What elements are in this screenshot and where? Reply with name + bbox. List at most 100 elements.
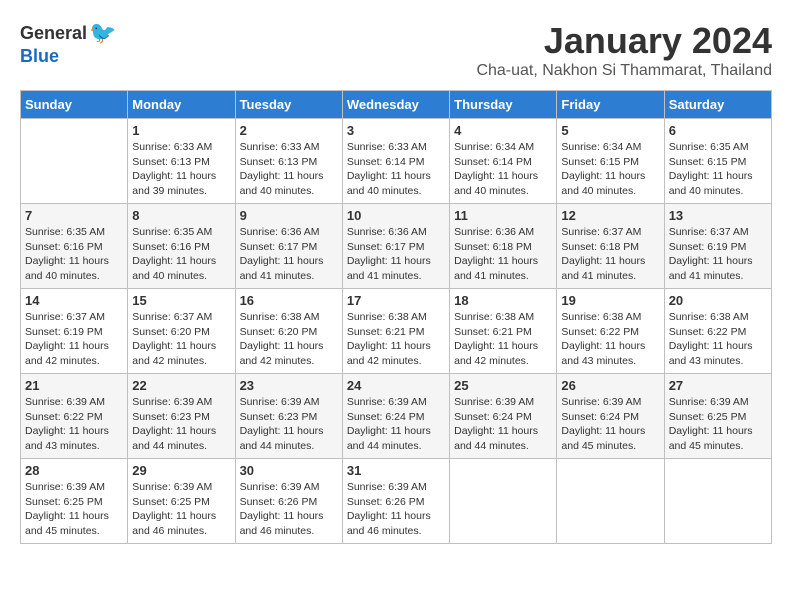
day-cell: 17 Sunrise: 6:38 AMSunset: 6:21 PMDayligh… [342, 289, 449, 374]
title-block: January 2024 Cha-uat, Nakhon Si Thammara… [476, 20, 772, 80]
day-cell: 21 Sunrise: 6:39 AMSunset: 6:22 PMDayligh… [21, 374, 128, 459]
week-row-5: 28 Sunrise: 6:39 AMSunset: 6:25 PMDayligh… [21, 459, 772, 544]
day-info: Sunrise: 6:39 AMSunset: 6:23 PMDaylight:… [132, 395, 230, 454]
day-info: Sunrise: 6:39 AMSunset: 6:26 PMDaylight:… [347, 480, 445, 539]
week-row-2: 7 Sunrise: 6:35 AMSunset: 6:16 PMDaylight… [21, 204, 772, 289]
day-info: Sunrise: 6:33 AMSunset: 6:13 PMDaylight:… [132, 140, 230, 199]
calendar-header: SundayMondayTuesdayWednesdayThursdayFrid… [21, 91, 772, 119]
day-number: 15 [132, 293, 230, 308]
column-header-monday: Monday [128, 91, 235, 119]
day-number: 7 [25, 208, 123, 223]
logo-blue-text: Blue [20, 46, 59, 67]
day-number: 4 [454, 123, 552, 138]
day-cell [664, 459, 771, 544]
day-info: Sunrise: 6:37 AMSunset: 6:19 PMDaylight:… [25, 310, 123, 369]
day-cell: 20Sunrise: 6:38 AMSunset: 6:22 PMDayligh… [664, 289, 771, 374]
day-number: 28 [25, 463, 123, 478]
day-info: Sunrise: 6:35 AMSunset: 6:16 PMDaylight:… [132, 225, 230, 284]
header-row: SundayMondayTuesdayWednesdayThursdayFrid… [21, 91, 772, 119]
day-info: Sunrise: 6:34 AMSunset: 6:15 PMDaylight:… [561, 140, 659, 199]
day-number: 30 [240, 463, 338, 478]
day-number: 9 [240, 208, 338, 223]
day-number: 24 [347, 378, 445, 393]
day-number: 18 [454, 293, 552, 308]
day-cell: 25 Sunrise: 6:39 AMSunset: 6:24 PMDayligh… [450, 374, 557, 459]
day-info: Sunrise: 6:36 AMSunset: 6:18 PMDaylight:… [454, 225, 552, 284]
day-cell: 23 Sunrise: 6:39 AMSunset: 6:23 PMDayligh… [235, 374, 342, 459]
day-info: Sunrise: 6:38 AMSunset: 6:21 PMDaylight:… [454, 310, 552, 369]
logo: General 🐦 Blue [20, 20, 116, 67]
day-cell: 9 Sunrise: 6:36 AMSunset: 6:17 PMDaylight… [235, 204, 342, 289]
day-cell: 6 Sunrise: 6:35 AMSunset: 6:15 PMDaylight… [664, 119, 771, 204]
day-cell: 4Sunrise: 6:34 AMSunset: 6:14 PMDaylight… [450, 119, 557, 204]
day-number: 31 [347, 463, 445, 478]
day-info: Sunrise: 6:39 AMSunset: 6:23 PMDaylight:… [240, 395, 338, 454]
day-cell: 12Sunrise: 6:37 AMSunset: 6:18 PMDayligh… [557, 204, 664, 289]
day-cell: 1 Sunrise: 6:33 AMSunset: 6:13 PMDaylight… [128, 119, 235, 204]
day-info: Sunrise: 6:39 AMSunset: 6:25 PMDaylight:… [25, 480, 123, 539]
day-number: 6 [669, 123, 767, 138]
day-cell: 13Sunrise: 6:37 AMSunset: 6:19 PMDayligh… [664, 204, 771, 289]
day-cell: 30 Sunrise: 6:39 AMSunset: 6:26 PMDayligh… [235, 459, 342, 544]
day-number: 23 [240, 378, 338, 393]
day-info: Sunrise: 6:39 AMSunset: 6:24 PMDaylight:… [454, 395, 552, 454]
day-cell: 15 Sunrise: 6:37 AMSunset: 6:20 PMDayligh… [128, 289, 235, 374]
day-number: 16 [240, 293, 338, 308]
column-header-thursday: Thursday [450, 91, 557, 119]
day-cell: 29Sunrise: 6:39 AMSunset: 6:25 PMDayligh… [128, 459, 235, 544]
day-number: 26 [561, 378, 659, 393]
day-number: 19 [561, 293, 659, 308]
day-number: 22 [132, 378, 230, 393]
week-row-1: 1 Sunrise: 6:33 AMSunset: 6:13 PMDaylight… [21, 119, 772, 204]
day-info: Sunrise: 6:36 AMSunset: 6:17 PMDaylight:… [240, 225, 338, 284]
day-cell: 18 Sunrise: 6:38 AMSunset: 6:21 PMDayligh… [450, 289, 557, 374]
day-info: Sunrise: 6:39 AMSunset: 6:25 PMDaylight:… [132, 480, 230, 539]
column-header-saturday: Saturday [664, 91, 771, 119]
day-info: Sunrise: 6:37 AMSunset: 6:20 PMDaylight:… [132, 310, 230, 369]
day-info: Sunrise: 6:39 AMSunset: 6:24 PMDaylight:… [561, 395, 659, 454]
day-cell: 7Sunrise: 6:35 AMSunset: 6:16 PMDaylight… [21, 204, 128, 289]
day-info: Sunrise: 6:33 AMSunset: 6:13 PMDaylight:… [240, 140, 338, 199]
day-number: 25 [454, 378, 552, 393]
day-cell [450, 459, 557, 544]
day-info: Sunrise: 6:36 AMSunset: 6:17 PMDaylight:… [347, 225, 445, 284]
day-info: Sunrise: 6:37 AMSunset: 6:18 PMDaylight:… [561, 225, 659, 284]
day-number: 1 [132, 123, 230, 138]
day-cell: 16 Sunrise: 6:38 AMSunset: 6:20 PMDayligh… [235, 289, 342, 374]
day-cell: 8 Sunrise: 6:35 AMSunset: 6:16 PMDaylight… [128, 204, 235, 289]
day-cell [557, 459, 664, 544]
day-number: 10 [347, 208, 445, 223]
day-number: 27 [669, 378, 767, 393]
day-number: 13 [669, 208, 767, 223]
day-number: 5 [561, 123, 659, 138]
day-info: Sunrise: 6:38 AMSunset: 6:20 PMDaylight:… [240, 310, 338, 369]
page-header: General 🐦 Blue January 2024 Cha-uat, Nak… [20, 20, 772, 80]
column-header-tuesday: Tuesday [235, 91, 342, 119]
day-cell: 3Sunrise: 6:33 AMSunset: 6:14 PMDaylight… [342, 119, 449, 204]
day-cell: 22 Sunrise: 6:39 AMSunset: 6:23 PMDayligh… [128, 374, 235, 459]
day-cell: 19 Sunrise: 6:38 AMSunset: 6:22 PMDayligh… [557, 289, 664, 374]
month-title: January 2024 [476, 20, 772, 62]
day-number: 11 [454, 208, 552, 223]
day-info: Sunrise: 6:39 AMSunset: 6:22 PMDaylight:… [25, 395, 123, 454]
day-info: Sunrise: 6:39 AMSunset: 6:25 PMDaylight:… [669, 395, 767, 454]
day-info: Sunrise: 6:39 AMSunset: 6:24 PMDaylight:… [347, 395, 445, 454]
week-row-4: 21 Sunrise: 6:39 AMSunset: 6:22 PMDayligh… [21, 374, 772, 459]
day-cell: 31 Sunrise: 6:39 AMSunset: 6:26 PMDayligh… [342, 459, 449, 544]
column-header-wednesday: Wednesday [342, 91, 449, 119]
day-info: Sunrise: 6:35 AMSunset: 6:15 PMDaylight:… [669, 140, 767, 199]
day-number: 8 [132, 208, 230, 223]
column-header-friday: Friday [557, 91, 664, 119]
day-number: 21 [25, 378, 123, 393]
day-cell: 28 Sunrise: 6:39 AMSunset: 6:25 PMDayligh… [21, 459, 128, 544]
day-info: Sunrise: 6:38 AMSunset: 6:21 PMDaylight:… [347, 310, 445, 369]
logo-bird-icon: 🐦 [89, 20, 116, 46]
day-cell: 11 Sunrise: 6:36 AMSunset: 6:18 PMDayligh… [450, 204, 557, 289]
day-number: 2 [240, 123, 338, 138]
day-number: 17 [347, 293, 445, 308]
day-info: Sunrise: 6:39 AMSunset: 6:26 PMDaylight:… [240, 480, 338, 539]
day-info: Sunrise: 6:33 AMSunset: 6:14 PMDaylight:… [347, 140, 445, 199]
day-info: Sunrise: 6:38 AMSunset: 6:22 PMDaylight:… [561, 310, 659, 369]
day-number: 14 [25, 293, 123, 308]
day-info: Sunrise: 6:38 AMSunset: 6:22 PMDaylight:… [669, 310, 767, 369]
